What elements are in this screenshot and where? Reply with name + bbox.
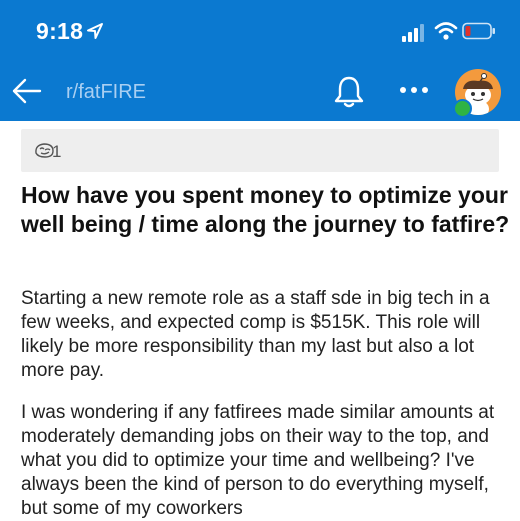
battery-low-icon (462, 22, 495, 40)
award-count: 1 (52, 142, 62, 161)
online-status-dot (453, 99, 472, 118)
post-body-paragraph-1: Starting a new remote role as a staff sd… (21, 288, 490, 381)
app-header: 9:18 r/fatFIRE (0, 0, 520, 121)
status-time: 9:18 (36, 18, 84, 44)
nav-bar: r/fatFIRE (0, 66, 520, 121)
post-body-paragraph-2: I was wondering if any fatfirees made si… (21, 402, 495, 519)
location-arrow-icon (87, 23, 103, 39)
post-title: How have you spent money to optimize you… (21, 182, 510, 237)
signal-bars-icon (402, 24, 424, 42)
subreddit-name[interactable]: r/fatFIRE (66, 81, 146, 104)
post-flair-bar[interactable]: 1 (21, 129, 499, 172)
back-arrow-icon[interactable] (10, 74, 44, 108)
wifi-icon (434, 22, 458, 40)
more-horizontal-icon[interactable] (398, 84, 430, 96)
bell-icon[interactable] (332, 74, 366, 110)
status-bar: 9:18 (0, 0, 520, 66)
